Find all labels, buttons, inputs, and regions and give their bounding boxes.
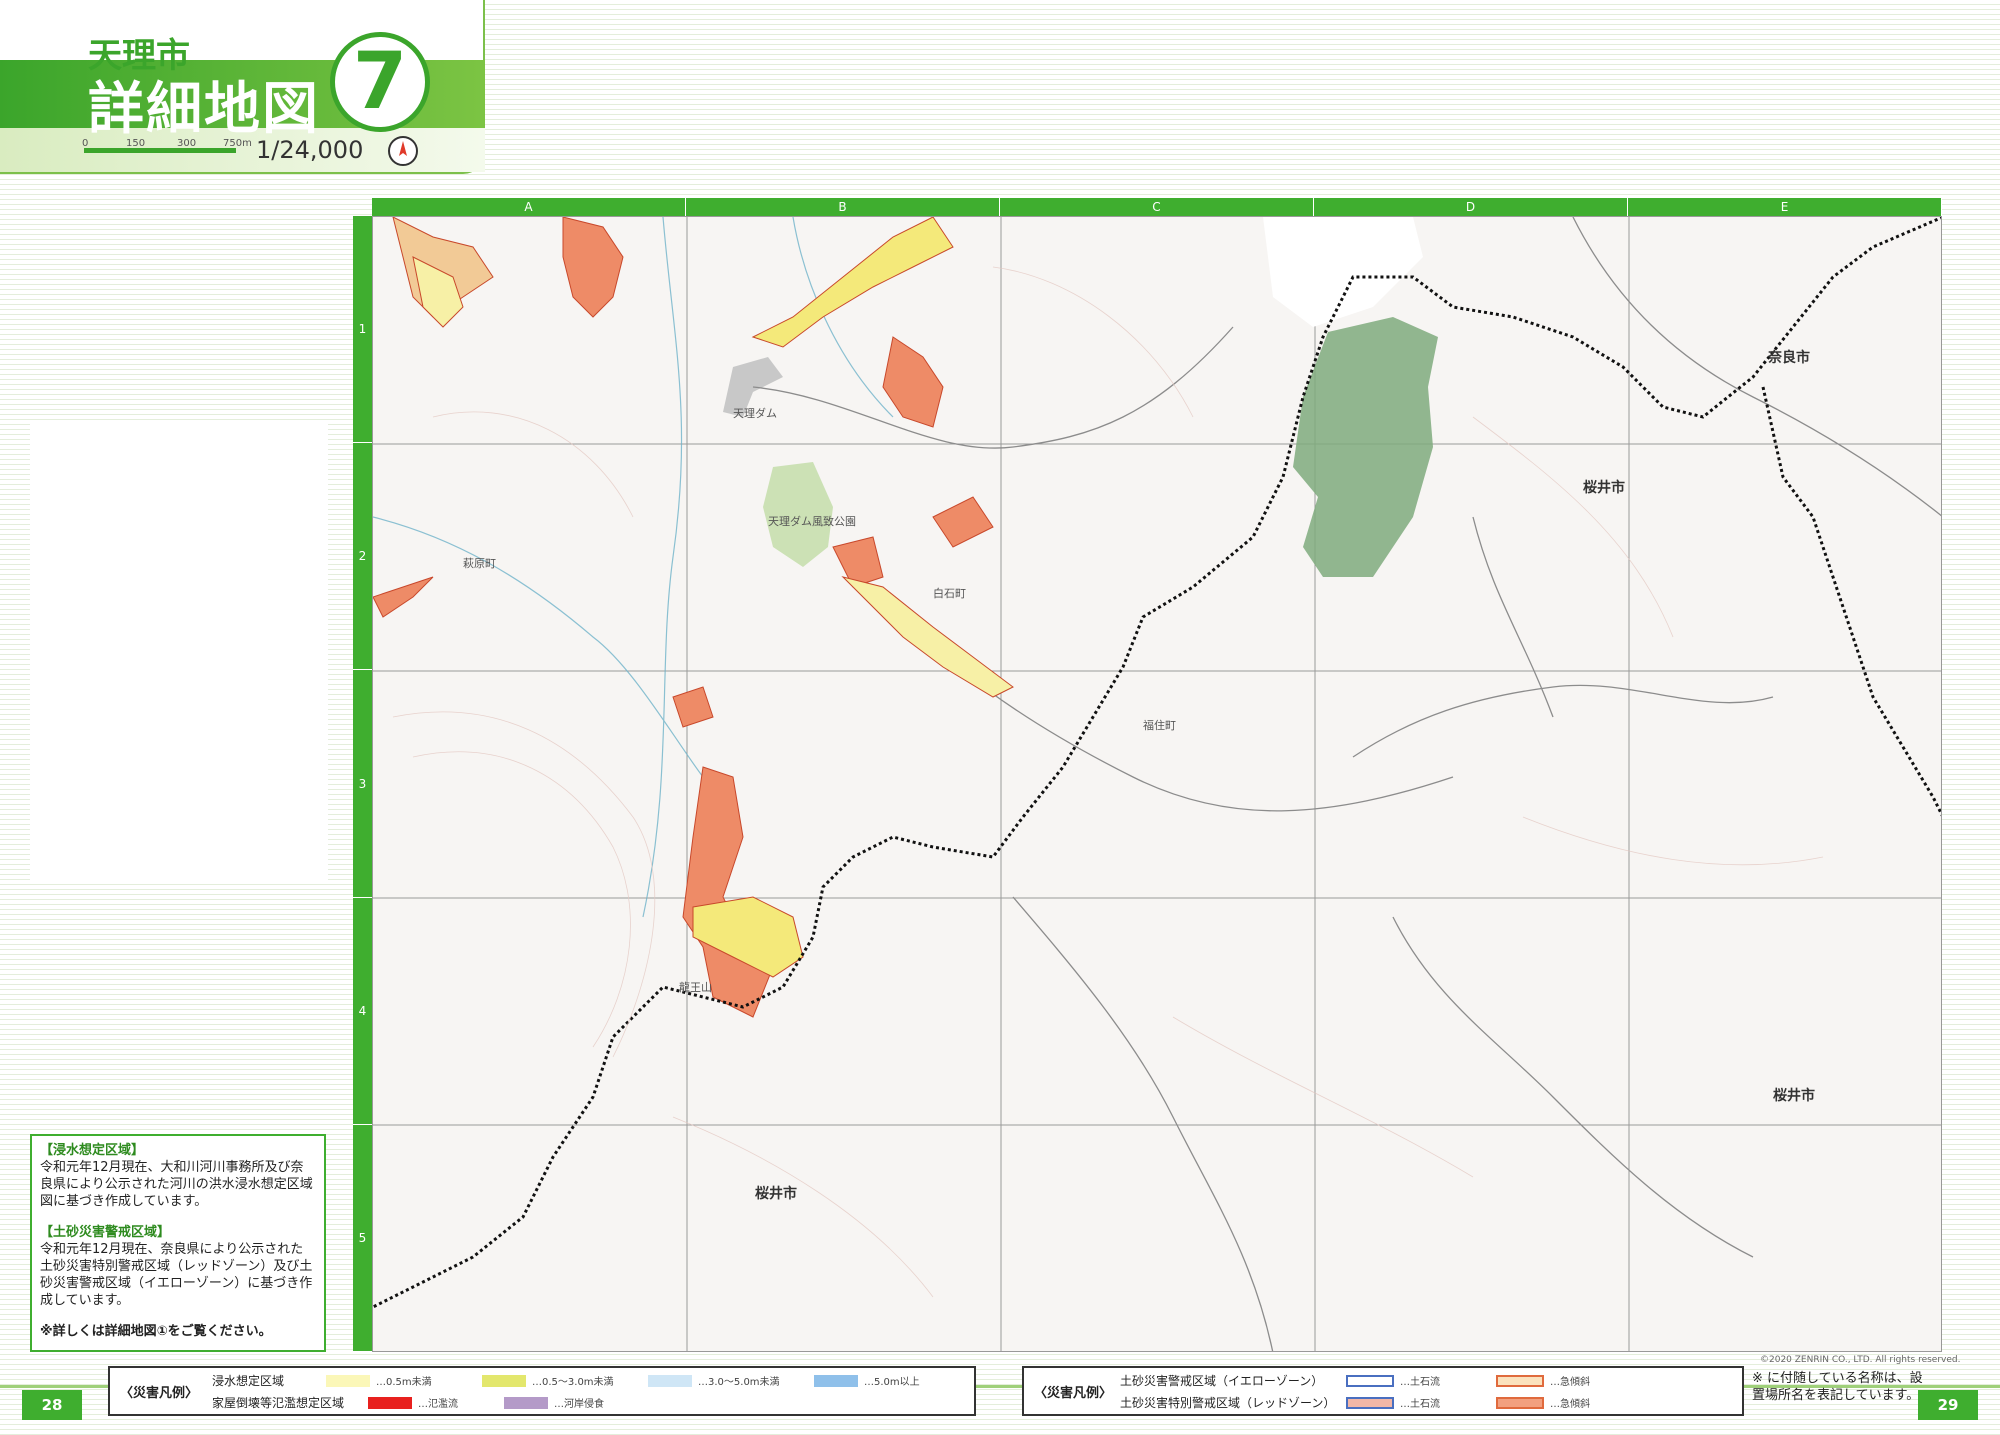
map-label: 桜井市: [755, 1186, 797, 1202]
info-box: 【浸水想定区域】 令和元年12月現在、大和川河川事務所及び奈良県により公示された…: [30, 1134, 326, 1352]
flood-legend: 〈災害凡例〉 浸水想定区域 …0.5m未満 …0.5〜3.0m未満 …3.0〜5…: [108, 1366, 976, 1416]
legend-swatch: [504, 1396, 548, 1409]
north-arrow-icon: [388, 136, 418, 166]
legend-swatch: [368, 1396, 412, 1409]
hazard-map[interactable]: 天理ダム 天理ダム風致公園 萩原町 奈良市 桜井市 桜井市 桜井市 龍王山 白石…: [372, 216, 1942, 1352]
legend-label: 土砂災害警戒区域（イエローゾーン）: [1120, 1374, 1324, 1388]
sediment-legend: 〈災害凡例〉 土砂災害警戒区域（イエローゾーン） …土石流 …急傾斜 土砂災害特…: [1022, 1366, 1744, 1416]
copyright: ©2020 ZENRIN CO., LTD. All rights reserv…: [1760, 1355, 1961, 1365]
page-title: 詳細地図: [88, 77, 320, 142]
legend-item: …急傾斜: [1550, 1399, 1590, 1410]
map-label: 龍王山: [679, 981, 712, 994]
grid-col-d: D: [1314, 198, 1628, 216]
grid-row-1: 1: [353, 216, 372, 444]
scale-ratio: 1/24,000: [256, 136, 364, 164]
legend-row-flood: 浸水想定区域 …0.5m未満 …0.5〜3.0m未満 …3.0〜5.0m未満 ……: [212, 1372, 920, 1389]
blank-panel: [30, 423, 328, 883]
legend-row-yellow: 土砂災害警戒区域（イエローゾーン） …土石流 …急傾斜: [1120, 1372, 1590, 1389]
map-number-badge: 7: [330, 32, 430, 132]
legend-swatch: [814, 1374, 858, 1387]
legend-swatch: [482, 1374, 526, 1387]
grid-col-a: A: [372, 198, 686, 216]
legend-row-red: 土砂災害特別警戒区域（レッドゾーン） …土石流 …急傾斜: [1120, 1394, 1590, 1411]
legend-label: 家屋倒壊等氾濫想定区域: [212, 1396, 345, 1410]
legend-title: 〈災害凡例〉: [1034, 1386, 1113, 1401]
map-label: 福住町: [1143, 719, 1176, 732]
map-label: 天理ダム: [733, 407, 777, 420]
map-label: 天理ダム風致公園: [768, 515, 856, 528]
grid-col-c: C: [1000, 198, 1314, 216]
grid-col-b: B: [686, 198, 1000, 216]
legend-swatch: [1496, 1374, 1544, 1387]
legend-label: 浸水想定区域: [212, 1374, 285, 1388]
page-number-left: 28: [22, 1390, 82, 1420]
grid-row-header: 1 2 3 4 5: [353, 216, 372, 1353]
legend-item: …0.5m未満: [376, 1377, 432, 1388]
legend-item: …0.5〜3.0m未満: [532, 1377, 614, 1388]
grid-row-4: 4: [353, 898, 372, 1125]
legend-item: …土石流: [1400, 1399, 1440, 1410]
sediment-heading: 【土砂災害警戒区域】: [40, 1225, 171, 1240]
map-label: 萩原町: [463, 557, 496, 570]
legend-item: …3.0〜5.0m未満: [698, 1377, 780, 1388]
legend-swatch: [1346, 1374, 1394, 1387]
legend-title: 〈災害凡例〉: [120, 1386, 199, 1401]
scale-bar: [84, 148, 236, 153]
sediment-description: 令和元年12月現在、奈良県により公示された土砂災害特別警戒区域（レッドゾーン）及…: [40, 1242, 313, 1308]
legend-swatch: [1496, 1396, 1544, 1409]
map-label: 桜井市: [1773, 1088, 1815, 1104]
footer-note: ※ に付随している名称は、設置場所名を表記しています。: [1752, 1371, 1923, 1403]
map-label: 桜井市: [1583, 480, 1625, 496]
legend-item: …河岸侵食: [554, 1399, 604, 1410]
map-canvas: [373, 217, 1941, 1351]
flood-heading: 【浸水想定区域】: [40, 1143, 145, 1158]
map-number: 7: [352, 37, 408, 127]
flood-description: 令和元年12月現在、大和川河川事務所及び奈良県により公示された河川の洪水浸水想定…: [40, 1160, 313, 1209]
map-label: 白石町: [933, 587, 966, 600]
legend-item: …氾濫流: [418, 1399, 458, 1410]
grid-column-header: A B C D E: [372, 198, 1942, 216]
legend-swatch: [326, 1374, 370, 1387]
grid-row-5: 5: [353, 1125, 372, 1353]
legend-item: …土石流: [1400, 1377, 1440, 1388]
legend-item: …5.0m以上: [864, 1377, 920, 1388]
page-number-right: 29: [1918, 1390, 1978, 1420]
grid-col-e: E: [1628, 198, 1942, 216]
legend-label: 土砂災害特別警戒区域（レッドゾーン）: [1120, 1396, 1336, 1410]
legend-item: …急傾斜: [1550, 1377, 1590, 1388]
detail-note: ※詳しくは詳細地図①をご覧ください。: [40, 1324, 272, 1339]
legend-row-collapse: 家屋倒壊等氾濫想定区域 …氾濫流 …河岸侵食: [212, 1394, 604, 1411]
legend-swatch: [1346, 1396, 1394, 1409]
map-label: 奈良市: [1768, 350, 1810, 366]
grid-row-2: 2: [353, 443, 372, 671]
legend-swatch: [648, 1374, 692, 1387]
grid-row-3: 3: [353, 670, 372, 898]
